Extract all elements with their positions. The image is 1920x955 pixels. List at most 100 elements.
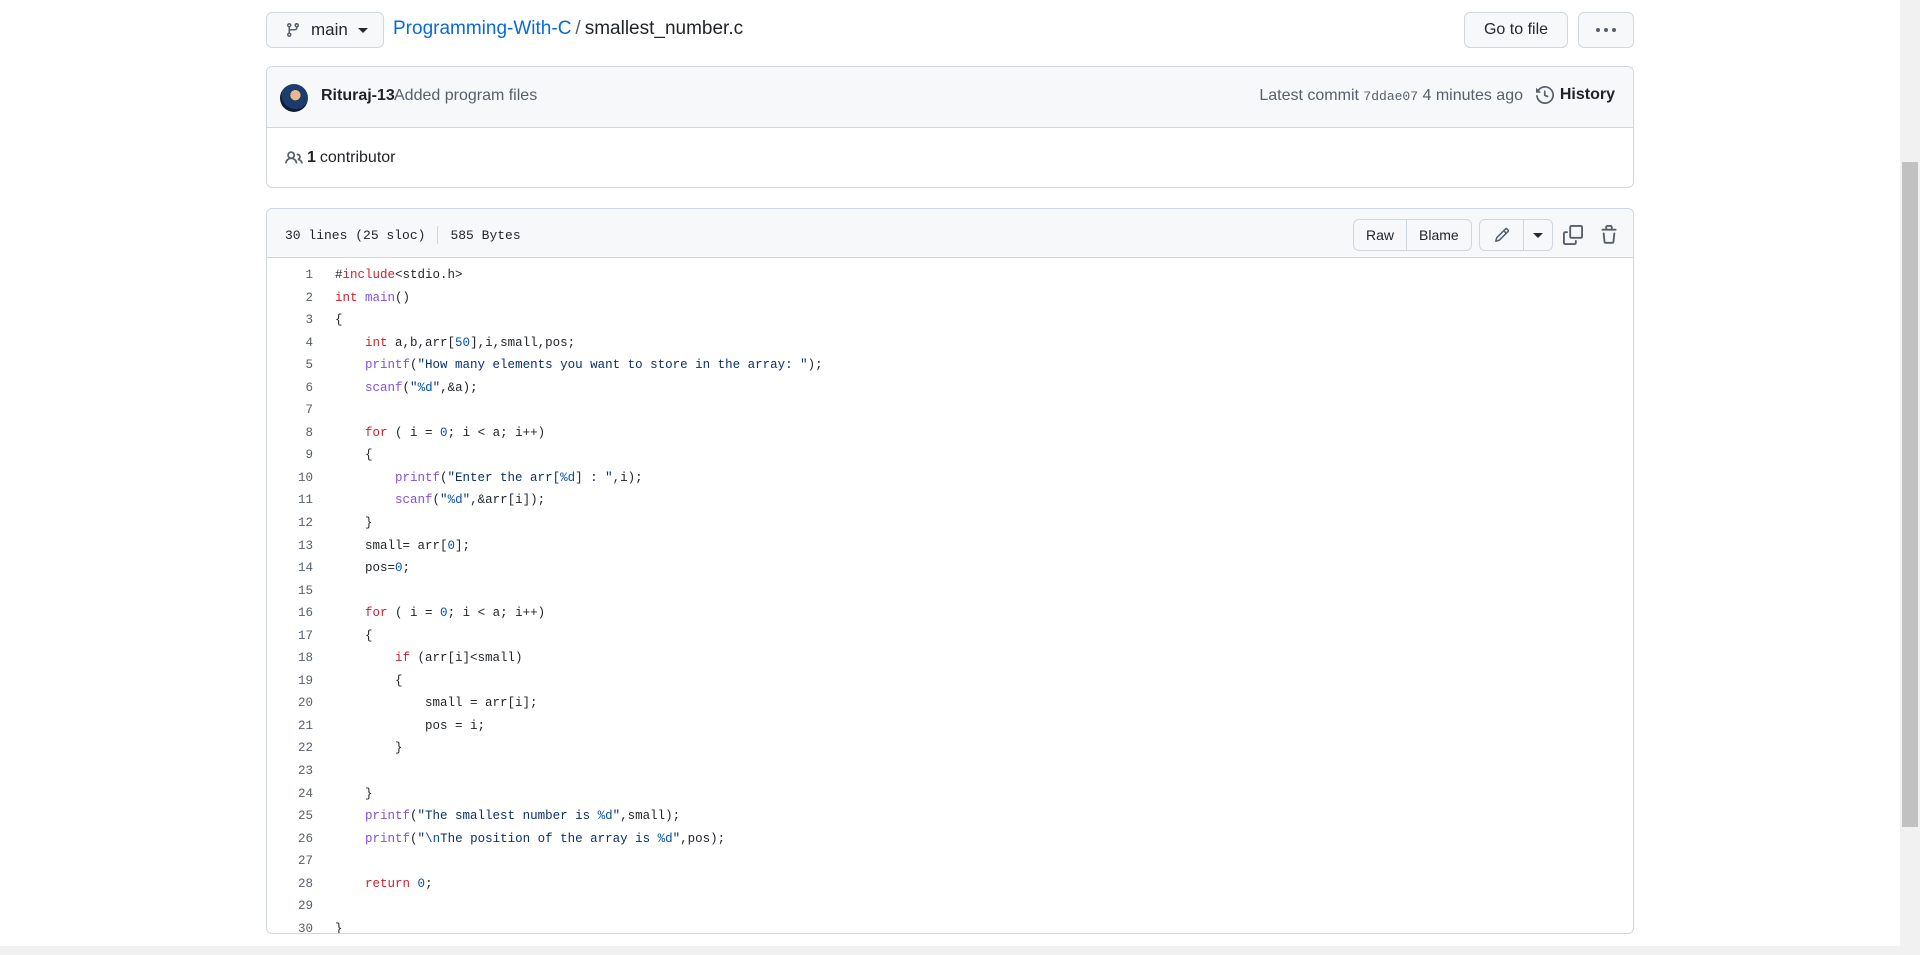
kebab-dot [1596,28,1600,32]
code-text: printf("The smallest number is %d",small… [365,809,681,824]
pencil-icon [1494,227,1509,243]
edit-options-dropdown[interactable] [1524,220,1552,250]
latest-commit-info: Latest commit 7ddae07 4 minutes ago [1259,87,1523,105]
code-line: 9 { [267,444,1633,467]
line-number[interactable]: 7 [267,399,313,422]
latest-commit-box: Rituraj-13 Added program files Latest co… [266,66,1634,188]
line-number[interactable]: 23 [267,760,313,783]
code-line: 6 scanf("%d",&a); [267,377,1633,400]
line-number[interactable]: 22 [267,737,313,760]
avatar[interactable] [280,84,308,112]
git-branch-icon [286,23,299,38]
line-number[interactable]: 6 [267,377,313,400]
line-number[interactable]: 26 [267,828,313,851]
code-text: for ( i = 0; i < a; i++) [365,606,546,621]
code-line: 21 pos = i; [267,715,1633,738]
code-line: 28 return 0; [267,873,1633,896]
horizontal-scrollbar[interactable] [0,946,1900,955]
line-number[interactable]: 19 [267,670,313,693]
code-line: 11 scanf("%d",&arr[i]); [267,489,1633,512]
line-number[interactable]: 21 [267,715,313,738]
history-icon [1535,86,1554,104]
code-text: { [335,673,403,688]
file-viewer: 30 lines (25 sloc) 585 Bytes Raw Blame 1… [266,208,1634,934]
line-number[interactable]: 12 [267,512,313,535]
people-icon [285,151,303,164]
contributors-row[interactable]: 1 contributor [267,128,1633,187]
trash-icon[interactable] [1599,225,1619,245]
code-text: small= arr[0]; [335,538,471,553]
breadcrumb-file-name: smallest_number.c [584,18,744,39]
code-line: 22 } [267,737,1633,760]
line-number[interactable]: 9 [267,444,313,467]
branch-select-button[interactable]: main [266,12,384,48]
code-text: int a,b,arr[50],i,small,pos; [365,335,576,350]
file-navigation: main Programming-With-C / smallest_number.… [266,12,1634,48]
more-options-button[interactable] [1578,12,1634,48]
line-number[interactable]: 17 [267,625,313,648]
scrollbar-thumb[interactable] [1902,162,1918,827]
contributor-count: 1 [307,149,316,166]
code-text: #include<stdio.h> [335,268,463,282]
code-text: { [335,448,373,463]
line-number[interactable]: 30 [267,918,313,933]
line-number[interactable]: 28 [267,873,313,896]
line-number[interactable]: 11 [267,489,313,512]
code-line: 8 for ( i = 0; i < a; i++) [267,422,1633,445]
line-number[interactable]: 15 [267,580,313,603]
commit-author-link[interactable]: Rituraj-13 [321,87,395,105]
line-number[interactable]: 2 [267,287,313,310]
code-line: 16 for ( i = 0; i < a; i++) [267,602,1633,625]
code-view[interactable]: 1 #include<stdio.h> 2 int main() 3{4 int a,b… [267,258,1633,934]
line-number[interactable]: 18 [267,647,313,670]
contributor-label: contributor [319,149,396,166]
code-line: 14 pos=0; [267,557,1633,580]
line-number[interactable]: 29 [267,895,313,918]
breadcrumb-repo-link[interactable]: Programming-With-C [393,18,571,39]
line-number[interactable]: 16 [267,602,313,625]
code-line: 27 [267,850,1633,873]
vertical-scrollbar[interactable] [1900,0,1920,955]
breadcrumb-separator: / [575,18,581,39]
blame-button[interactable]: Blame [1406,220,1471,250]
raw-button[interactable]: Raw [1354,220,1406,250]
line-number[interactable]: 8 [267,422,313,445]
code-line: 25 printf("The smallest number is %d",sm… [267,805,1633,828]
code-line: 5 printf("How many elements you want to … [267,354,1633,377]
latest-commit-label: Latest commit [1259,87,1359,104]
line-number[interactable]: 4 [267,332,313,355]
history-label: History [1559,86,1615,103]
code-line: 1 #include<stdio.h> [267,264,1633,287]
file-size: 585 Bytes [450,227,521,243]
line-number[interactable]: 1 [267,264,313,287]
commit-hash-link[interactable]: 7ddae07 [1363,89,1418,104]
code-line: 12 } [267,512,1633,535]
chevron-down-icon [1533,232,1543,238]
history-link[interactable]: History [1535,86,1615,104]
line-number[interactable]: 24 [267,783,313,806]
code-line: 30} [267,918,1633,934]
code-text: scanf("%d",&arr[i]); [395,493,546,508]
code-text: } [335,921,343,934]
commit-message[interactable]: Added program files [394,87,537,105]
code-text: small = arr[i]; [335,696,538,711]
go-to-file-button[interactable]: Go to file [1464,12,1568,48]
commit-time: 4 minutes ago [1422,87,1523,104]
line-number[interactable]: 27 [267,850,313,873]
code-text: if (arr[i]<small) [395,651,523,666]
code-line: 13 small= arr[0]; [267,535,1633,558]
divider [437,226,439,244]
line-number[interactable]: 25 [267,805,313,828]
line-number[interactable]: 20 [267,692,313,715]
line-number[interactable]: 13 [267,535,313,558]
line-number[interactable]: 10 [267,467,313,490]
branch-name: main [311,20,348,39]
line-number[interactable]: 3 [267,309,313,332]
line-number[interactable]: 5 [267,354,313,377]
line-number[interactable]: 14 [267,557,313,580]
code-line: 19 { [267,670,1633,693]
edit-file-button[interactable] [1480,220,1524,250]
copy-icon[interactable] [1563,225,1583,245]
